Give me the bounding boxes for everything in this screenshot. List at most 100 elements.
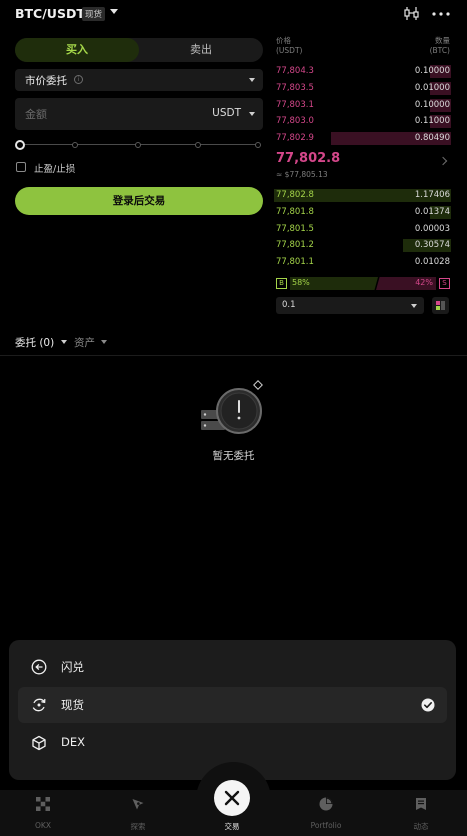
tpsl-checkbox[interactable] — [16, 162, 26, 172]
bid-row[interactable]: 77,802.8 1.17406 — [274, 189, 451, 202]
ask-price: 77,804.3 — [276, 66, 314, 76]
bid-amount: 0.00003 — [414, 223, 450, 234]
bid-amount: 0.01028 — [414, 257, 450, 268]
amount-input[interactable] — [25, 106, 175, 122]
tab-orders[interactable]: 委托 (0) — [15, 335, 54, 350]
ask-amount: 0.01000 — [414, 82, 450, 93]
nav-label: OKX — [35, 821, 51, 830]
pair-dropdown-chevron-icon[interactable] — [110, 9, 118, 14]
spot-icon — [32, 698, 46, 712]
trading-pair-title[interactable]: BTC/USDT — [15, 6, 85, 21]
slider-step-25[interactable] — [72, 142, 78, 148]
bid-amount: 1.17406 — [414, 190, 450, 200]
amount-percent-slider[interactable] — [15, 138, 263, 152]
buy-ratio-text: 58% — [292, 278, 310, 287]
candlestick-chart-icon[interactable] — [403, 6, 421, 21]
bid-row[interactable]: 77,801.2 0.30574 — [274, 239, 451, 253]
tab-buy[interactable]: 买入 — [15, 38, 139, 62]
ask-row[interactable]: 77,803.1 0.10000 — [274, 98, 451, 112]
nav-item-explore[interactable]: 探索 — [108, 793, 168, 833]
nav-label: 交易 — [224, 822, 240, 831]
ask-row[interactable]: 77,804.3 0.10000 — [274, 65, 451, 78]
ask-amount: 0.10000 — [414, 99, 450, 110]
bid-row[interactable]: 77,801.8 0.01374 — [274, 205, 451, 219]
spot-trade-screen: BTC/USDT 现货 买入 卖出 市价委托 i USDT — [0, 0, 467, 836]
nav-item-okx[interactable]: OKX — [13, 793, 73, 833]
check-icon — [421, 698, 435, 712]
tpsl-label: 止盈/止损 — [34, 164, 76, 175]
empty-orders-text: 暂无委托 — [212, 450, 255, 462]
orderbook-amount-header: 数量 (BTC) — [430, 36, 450, 56]
login-to-trade-button[interactable]: 登录后交易 — [15, 187, 263, 215]
amount-header-unit: (BTC) — [429, 46, 450, 55]
price-header-label: 价格 — [276, 36, 291, 45]
buy-sell-tabs: 买入 卖出 — [15, 38, 263, 62]
feed-doc-icon — [416, 798, 426, 810]
ask-row[interactable]: 77,802.9 0.80490 — [274, 132, 451, 146]
okx-logo-icon — [36, 797, 50, 811]
sheet-item-convert[interactable]: 闪兑 — [18, 649, 447, 685]
buy-sell-ratio-bar: B 58% 42% S — [276, 277, 450, 290]
nav-label: Portfolio — [310, 821, 342, 830]
last-price[interactable]: 77,802.8 — [276, 151, 340, 166]
sell-badge: S — [439, 278, 450, 289]
trade-type-sheet: 闪兑 现货 DEX — [9, 640, 456, 780]
bid-price: 77,801.1 — [276, 257, 314, 268]
sheet-item-label: 闪兑 — [61, 660, 84, 674]
info-icon[interactable]: i — [74, 75, 83, 84]
amount-header-label: 数量 — [435, 36, 450, 45]
tab-sell[interactable]: 卖出 — [139, 38, 263, 62]
spot-tag-badge: 现货 — [82, 7, 106, 21]
chevron-down-icon — [249, 78, 255, 82]
order-type-select[interactable]: 市价委托 i — [15, 69, 263, 91]
explore-compass-icon — [132, 799, 144, 810]
chevron-right-icon[interactable] — [438, 156, 448, 166]
sheet-item-label: DEX — [61, 735, 85, 749]
amount-unit-select[interactable]: USDT — [212, 107, 241, 119]
price-precision-select[interactable]: 0.1 — [276, 297, 424, 314]
nav-label: 探索 — [130, 822, 146, 831]
bid-row[interactable]: 77,801.1 0.01028 — [274, 256, 451, 269]
section-divider — [0, 355, 467, 356]
portfolio-pie-icon — [319, 797, 333, 811]
ask-row[interactable]: 77,803.0 0.11000 — [274, 115, 451, 129]
slider-step-100[interactable] — [255, 142, 261, 148]
bid-price: 77,802.8 — [276, 190, 314, 200]
bid-amount: 0.30574 — [414, 240, 450, 251]
empty-orders-illustration-icon — [201, 380, 263, 434]
precision-value: 0.1 — [282, 300, 296, 310]
nav-item-feed[interactable]: 动态 — [391, 793, 451, 833]
ask-amount: 0.10000 — [414, 66, 450, 76]
orderbook-layout-icon[interactable] — [432, 297, 449, 314]
ask-price: 77,803.5 — [276, 82, 314, 93]
slider-handle[interactable] — [15, 140, 25, 150]
tab-assets[interactable]: 资产 — [74, 335, 95, 350]
sheet-item-spot[interactable]: 现货 — [18, 687, 447, 723]
chevron-down-icon — [61, 340, 67, 344]
sell-ratio-text: 42% — [415, 278, 433, 287]
bid-amount: 0.01374 — [414, 206, 450, 217]
convert-icon — [31, 659, 47, 675]
sheet-item-dex[interactable]: DEX — [18, 725, 447, 761]
bid-row[interactable]: 77,801.5 0.00003 — [274, 223, 451, 236]
ask-price: 77,803.0 — [276, 116, 314, 127]
slider-step-50[interactable] — [135, 142, 141, 148]
nav-label: 动态 — [413, 822, 429, 831]
dex-cube-icon — [32, 735, 46, 751]
nav-item-trade[interactable]: 交易 — [202, 793, 262, 833]
amount-field: USDT — [15, 98, 263, 130]
nav-item-portfolio[interactable]: Portfolio — [296, 793, 356, 833]
price-header-unit: (USDT) — [276, 46, 303, 55]
buy-badge: B — [276, 278, 287, 289]
chevron-down-icon — [101, 340, 107, 344]
bid-price: 77,801.2 — [276, 240, 314, 251]
orderbook-price-header: 价格 (USDT) — [276, 36, 302, 56]
more-options-icon[interactable] — [431, 8, 451, 20]
sheet-item-label: 现货 — [61, 698, 84, 712]
bid-price: 77,801.8 — [276, 206, 314, 217]
header: BTC/USDT 现货 — [0, 0, 467, 28]
last-price-fiat: ≈ $77,805.13 — [276, 170, 328, 179]
slider-step-75[interactable] — [195, 142, 201, 148]
ask-price: 77,802.9 — [276, 133, 314, 144]
ask-row[interactable]: 77,803.5 0.01000 — [274, 81, 451, 95]
